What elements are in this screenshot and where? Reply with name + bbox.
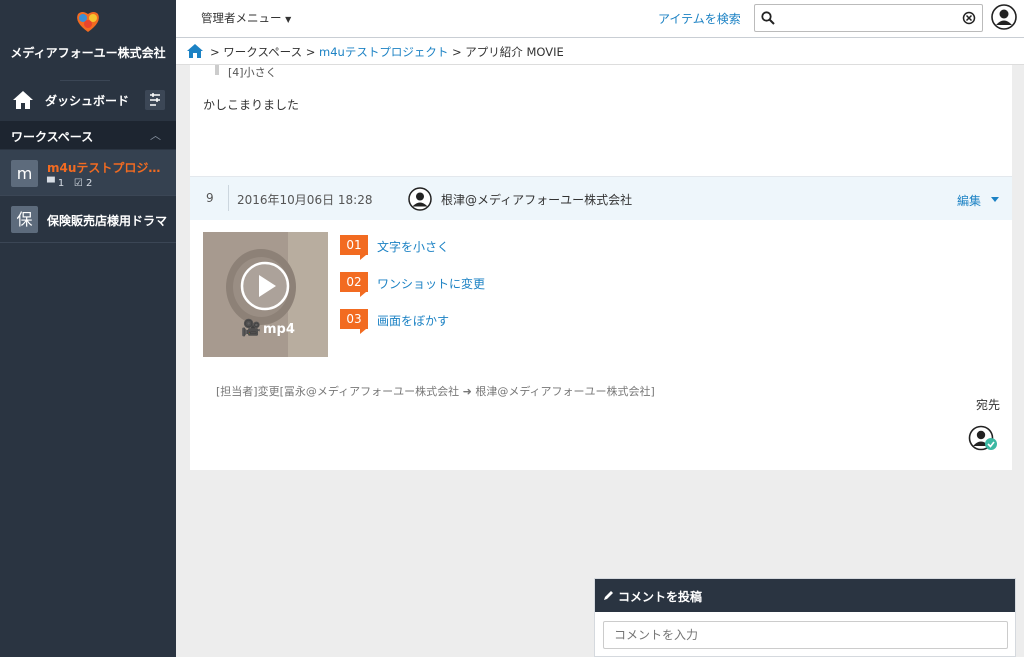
badge-tail (360, 292, 366, 297)
post-comment-header[interactable]: コメントを投稿 (595, 579, 1015, 612)
pencil-icon (604, 591, 613, 600)
comment-count: 1 (57, 178, 65, 189)
comment-header-divider (228, 185, 229, 211)
clear-search-icon[interactable] (962, 11, 976, 25)
caret-down-icon: ▼ (285, 15, 292, 24)
destination-user-icon[interactable] (968, 425, 998, 451)
dashboard-label: ダッシュボード (45, 94, 130, 108)
task-count: 2 (85, 178, 93, 189)
company-logo[interactable] (74, 10, 102, 34)
breadcrumb: > ワークスペース > m4uテストプロジェクト > アプリ紹介 MOVIE (176, 38, 1024, 65)
media-type-label: mp4 (263, 322, 295, 337)
workspace-header[interactable]: ワークスペース ︿ (0, 121, 176, 149)
badge-tail (360, 255, 366, 260)
sidebar-item-workspace-m4u[interactable]: m m4uテストプロジ… ▀ 1 ☑ 2 (0, 150, 176, 196)
post-comment-panel: コメントを投稿 (594, 578, 1016, 657)
annotation-text[interactable]: ワンショットに変更 (377, 275, 485, 292)
task-icon: ☑ (73, 178, 83, 189)
comment-number: 9 (206, 191, 214, 205)
workspace-header-label: ワークスペース (11, 130, 94, 144)
workspace-name: m4uテストプロジ… (47, 161, 161, 175)
destination-label: 宛先 (976, 398, 1001, 412)
search-input[interactable] (781, 9, 961, 27)
comment-input[interactable] (603, 621, 1008, 649)
app: メディアフォーユー株式会社 ダッシュボード ワークスペース ︿ m m4uテスト… (0, 0, 1024, 657)
post-comment-title: コメントを投稿 (618, 590, 703, 604)
item-search-link[interactable]: アイテムを検索 (658, 10, 741, 27)
sidebar-divider (60, 80, 110, 81)
breadcrumb-workspace[interactable]: ワークスペース (223, 45, 302, 59)
home-icon (13, 91, 33, 109)
edit-button[interactable]: 編集 (957, 192, 981, 209)
filter-settings-icon[interactable] (145, 90, 165, 110)
workspace-counts: ▀ 1 ☑ 2 (47, 178, 92, 189)
user-avatar-icon[interactable] (991, 4, 1017, 30)
video-camera-icon: 🎥 (241, 318, 261, 337)
comment-thread: [4]小さく かしこまりました 9 2016年10月06日 18:28 根津@メ… (190, 65, 1012, 470)
comment-icon: ▀ (47, 178, 55, 189)
chevron-up-icon[interactable]: ︿ (150, 127, 161, 143)
comment-header: 9 2016年10月06日 18:28 根津@メディアフォーユー株式会社 編集 (190, 176, 1012, 220)
sidebar-item-dashboard[interactable]: ダッシュボード (0, 86, 176, 116)
badge-tail (360, 329, 366, 334)
sidebar-item-workspace-hoken[interactable]: 保 保険販売店様用ドラマ (0, 197, 176, 243)
breadcrumb-trail: > ワークスペース > m4uテストプロジェクト > アプリ紹介 MOVIE (210, 44, 564, 60)
annotation-badge: 01 (340, 235, 368, 255)
annotation-text[interactable]: 画面をぼかす (377, 312, 449, 329)
author-avatar-icon (408, 187, 432, 211)
breadcrumb-separator: > (452, 45, 462, 59)
admin-menu-dropdown[interactable]: 管理者メニュー ▼ (201, 10, 291, 26)
breadcrumb-separator: > (305, 45, 316, 59)
breadcrumb-item: アプリ紹介 MOVIE (465, 45, 564, 59)
breadcrumb-project[interactable]: m4uテストプロジェクト (319, 45, 448, 59)
assignee-change-log: [担当者]変更[冨永@メディアフォーユー株式会社 ➜ 根津@メディアフォーユー株… (216, 385, 655, 398)
search-box[interactable] (754, 4, 983, 32)
clock-image (203, 232, 328, 357)
search-icon (761, 11, 775, 25)
annotation-badge: 03 (340, 309, 368, 329)
caret-down-icon[interactable] (991, 197, 999, 202)
workspace-avatar: 保 (11, 206, 38, 233)
workspace-name: 保険販売店様用ドラマ (47, 214, 168, 228)
topbar: 管理者メニュー ▼ アイテムを検索 (176, 0, 1024, 38)
breadcrumb-separator: > (210, 45, 220, 59)
annotation-badge: 02 (340, 272, 368, 292)
video-thumbnail[interactable]: 🎥 mp4 (203, 232, 328, 357)
company-name: メディアフォーユー株式会社 (10, 46, 166, 60)
admin-menu-label: 管理者メニュー (201, 11, 282, 25)
quote-bar (215, 65, 219, 75)
comment-date: 2016年10月06日 18:28 (237, 193, 373, 207)
sidebar: メディアフォーユー株式会社 ダッシュボード ワークスペース ︿ m m4uテスト… (0, 0, 176, 657)
comment-author: 根津@メディアフォーユー株式会社 (441, 193, 633, 207)
previous-reply: かしこまりました (203, 98, 300, 112)
workspace-avatar: m (11, 160, 38, 187)
home-icon[interactable] (187, 44, 203, 58)
annotation-text[interactable]: 文字を小さく (377, 238, 449, 255)
previous-quote: [4]小さく (228, 66, 277, 79)
